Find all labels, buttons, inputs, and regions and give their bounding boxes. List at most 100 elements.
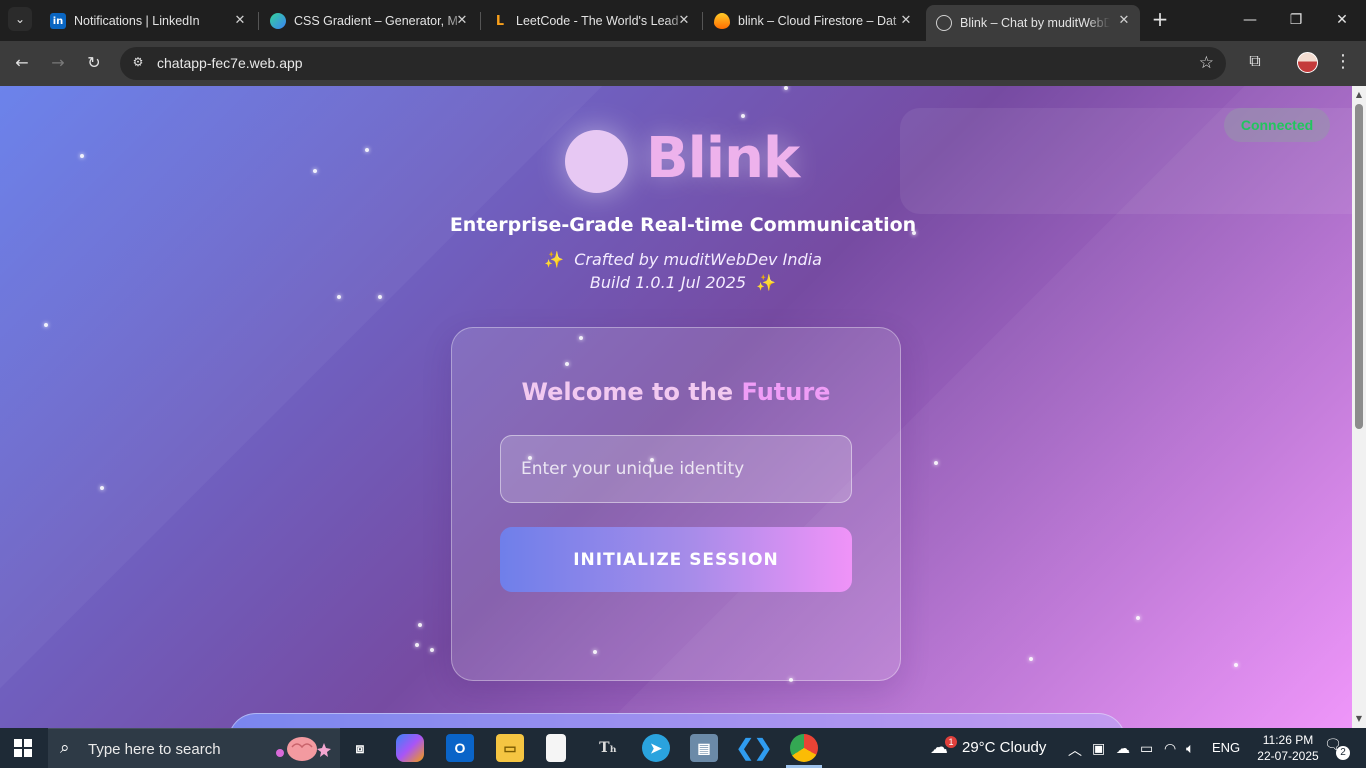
plus-icon: +: [1151, 7, 1169, 31]
scroll-thumb[interactable]: [1355, 104, 1363, 429]
arrow-right-icon: →: [51, 53, 65, 72]
card-title-main: Welcome to the: [521, 378, 742, 406]
arrow-left-icon: ←: [15, 53, 29, 72]
tab-linkedin[interactable]: in Notifications | LinkedIn ✕: [40, 5, 256, 37]
notepad-icon[interactable]: [546, 734, 566, 762]
close-window-button[interactable]: ✕: [1319, 8, 1365, 32]
firebase-icon: [714, 13, 730, 29]
windows-taskbar: ⌕ Type here to search ⧈ O ▭ Tₕ ➤ ▤ ❮❯ ☁ …: [0, 728, 1366, 768]
tab-blink-active[interactable]: Blink – Chat by muditWebDe ✕: [926, 5, 1140, 41]
close-icon[interactable]: ✕: [898, 13, 914, 29]
close-icon[interactable]: ✕: [454, 13, 470, 29]
search-highlight-icon: [276, 737, 331, 761]
tab-firebase[interactable]: blink – Cloud Firestore – Dat ✕: [704, 5, 922, 37]
chevron-down-icon: ⌄: [14, 12, 26, 26]
battery-icon[interactable]: ▭: [1140, 740, 1153, 757]
page-scrollbar[interactable]: ▲ ▼: [1352, 86, 1366, 728]
address-bar[interactable]: ⚙ chatapp-fec7e.web.app ☆: [120, 47, 1226, 80]
remote-desktop-icon[interactable]: ▤: [690, 734, 718, 762]
browser-tab-strip: ⌄ in Notifications | LinkedIn ✕ CSS Grad…: [0, 0, 1366, 41]
minimize-button[interactable]: —: [1227, 8, 1273, 32]
close-icon[interactable]: ✕: [232, 13, 248, 29]
close-icon[interactable]: ✕: [1116, 13, 1132, 29]
particle: [313, 169, 317, 173]
show-hidden-icons-icon[interactable]: ︿: [1068, 740, 1082, 760]
css-gradient-icon: [270, 13, 286, 29]
card-title: Welcome to the Future: [452, 378, 900, 406]
volume-icon[interactable]: 🔈︎: [1186, 740, 1194, 757]
outlook-icon[interactable]: O: [446, 734, 474, 762]
profile-avatar[interactable]: [1297, 52, 1318, 73]
restore-icon: ❐: [1289, 12, 1303, 28]
credit-text: Crafted by muditWebDev India: [574, 250, 822, 269]
url-text[interactable]: chatapp-fec7e.web.app: [157, 55, 303, 71]
connection-status-badge: Connected: [1224, 108, 1330, 142]
tab-divider: [702, 12, 703, 30]
restore-button[interactable]: ❐: [1273, 8, 1319, 32]
close-icon[interactable]: ✕: [676, 13, 692, 29]
copilot-icon[interactable]: [396, 734, 424, 762]
build-line: Build 1.0.1 Jul 2025 ✨: [0, 273, 1366, 292]
vscode-icon[interactable]: ❮❯: [736, 734, 773, 762]
typora-icon[interactable]: Tₕ: [594, 734, 622, 762]
identity-input[interactable]: [500, 435, 852, 503]
extensions-icon[interactable]: ⧉: [1244, 51, 1266, 73]
start-button[interactable]: [14, 739, 32, 757]
tab-title: blink – Cloud Firestore – Dat: [738, 14, 897, 28]
telegram-icon[interactable]: ➤: [642, 734, 670, 762]
globe-icon: [936, 15, 952, 31]
tab-title: Notifications | LinkedIn: [74, 14, 200, 28]
language-indicator[interactable]: ENG: [1212, 740, 1240, 755]
back-button[interactable]: ←: [10, 51, 34, 75]
tab-divider: [258, 12, 259, 30]
clock-time: 11:26 PM: [1262, 733, 1314, 747]
linkedin-icon: in: [50, 13, 66, 29]
particle: [44, 323, 48, 327]
reload-button[interactable]: ↻: [82, 51, 106, 75]
bookmark-star-icon[interactable]: ☆: [1199, 53, 1214, 73]
weather-text[interactable]: 29°C Cloudy: [962, 739, 1046, 756]
card-title-accent: Future: [741, 378, 831, 406]
tab-search-button[interactable]: ⌄: [8, 7, 32, 31]
tab-title: Blink – Chat by muditWebDe: [960, 16, 1110, 30]
tagline: Enterprise-Grade Real-time Communication: [449, 214, 917, 236]
particle: [1136, 616, 1140, 620]
browser-toolbar: ← → ↻ ⚙ chatapp-fec7e.web.app ☆ ⧉ ⋮: [0, 41, 1366, 86]
scroll-up-icon[interactable]: ▲: [1352, 88, 1366, 102]
tab-leetcode[interactable]: ᒪ LeetCode - The World's Lead ✕: [482, 5, 700, 37]
particle: [418, 623, 422, 627]
more-menu-icon[interactable]: ⋮: [1334, 51, 1352, 73]
particle: [415, 643, 419, 647]
particle: [784, 86, 788, 90]
taskbar-search-text: Type here to search: [88, 741, 221, 758]
particle: [934, 461, 938, 465]
forward-button[interactable]: →: [46, 51, 70, 75]
sparkles-icon: ✨: [544, 250, 565, 269]
taskbar-search[interactable]: ⌕ Type here to search: [48, 728, 340, 768]
file-explorer-icon[interactable]: ▭: [496, 734, 524, 762]
scroll-down-icon[interactable]: ▼: [1352, 712, 1366, 726]
new-tab-button[interactable]: +: [1150, 7, 1170, 31]
brand-title: Blink: [646, 126, 800, 191]
wifi-icon[interactable]: ◠: [1164, 740, 1176, 757]
reload-icon: ↻: [87, 53, 101, 72]
chrome-icon[interactable]: [790, 734, 818, 762]
clock-date: 22-07-2025: [1257, 749, 1319, 763]
taskbar-clock[interactable]: 11:26 PM 22-07-2025: [1253, 732, 1323, 764]
search-icon: ⌕: [60, 738, 70, 758]
onedrive-icon[interactable]: ☁: [1116, 740, 1130, 757]
particle: [430, 648, 434, 652]
particle: [1029, 657, 1033, 661]
site-info-icon[interactable]: ⚙: [130, 55, 146, 71]
tab-divider: [480, 12, 481, 30]
initialize-session-button[interactable]: INITIALIZE SESSION: [500, 527, 852, 592]
login-card: Welcome to the Future INITIALIZE SESSION: [451, 327, 901, 681]
particle: [741, 114, 745, 118]
task-view-icon[interactable]: ⧈: [346, 734, 374, 762]
leetcode-icon: ᒪ: [495, 13, 505, 29]
notification-center-button[interactable]: 🗨︎ 2: [1324, 737, 1350, 760]
tab-css-gradient[interactable]: CSS Gradient – Generator, M ✕: [260, 5, 478, 37]
meet-icon[interactable]: ▣: [1092, 740, 1105, 757]
particle: [100, 486, 104, 490]
tab-title: CSS Gradient – Generator, M: [294, 14, 458, 28]
